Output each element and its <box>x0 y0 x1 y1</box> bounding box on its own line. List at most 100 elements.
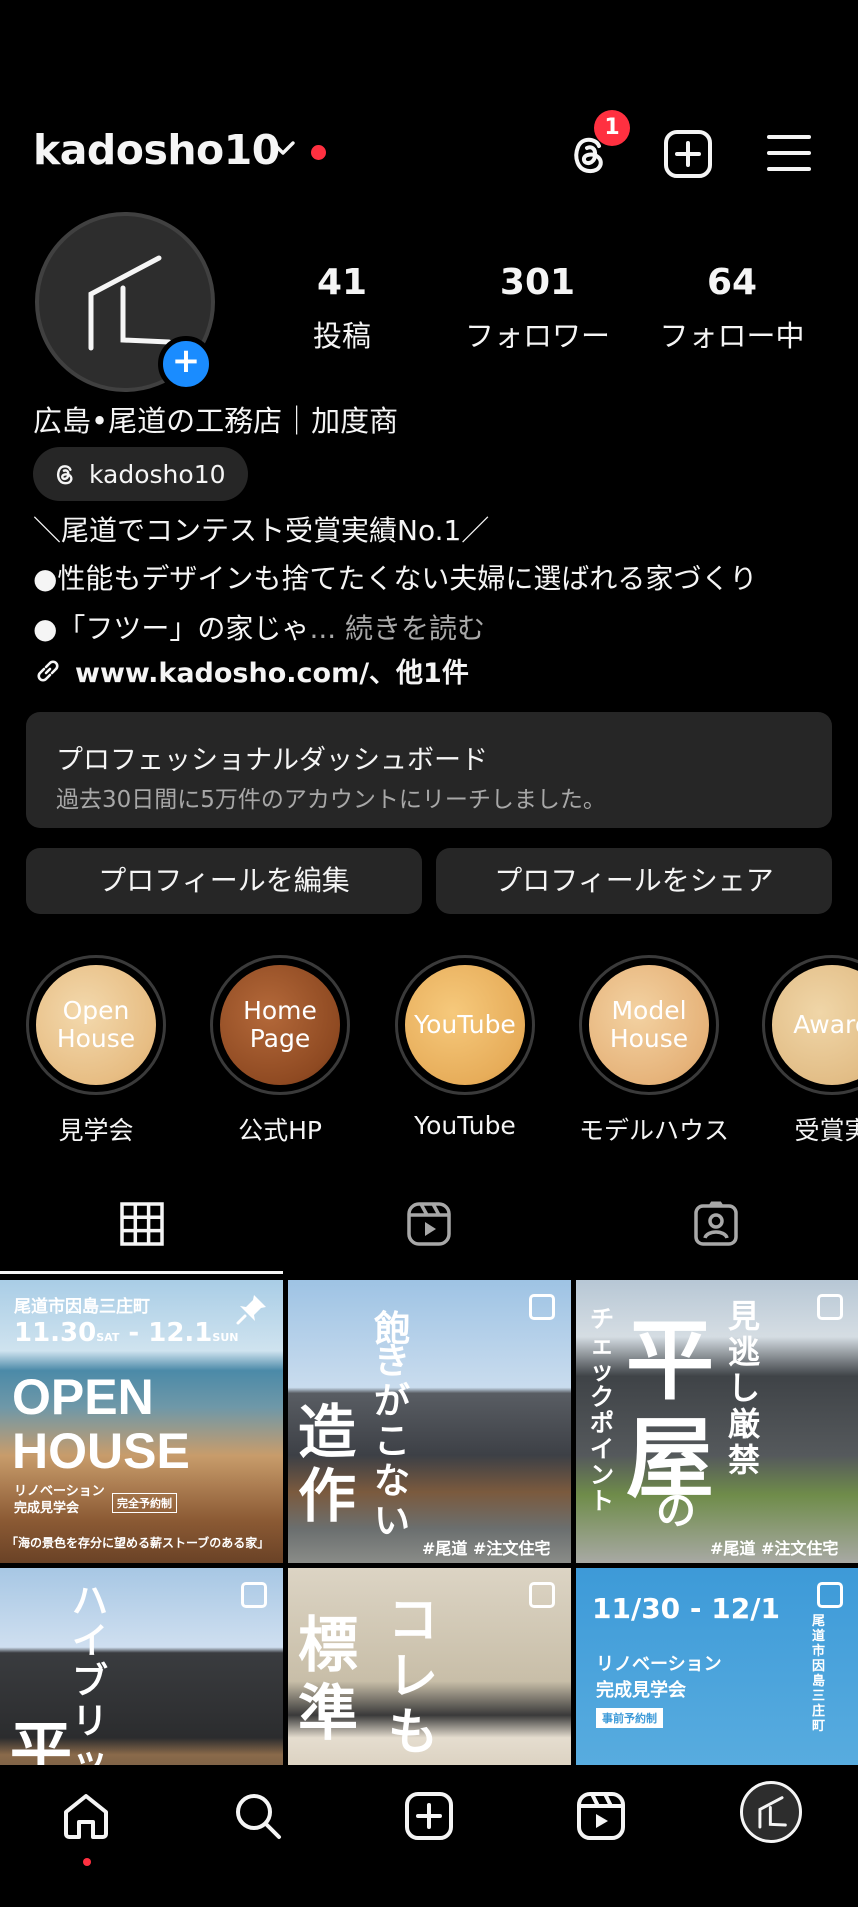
username-title[interactable]: kadosho10 <box>33 126 280 174</box>
highlight-cover-line1: Open <box>62 996 130 1025</box>
post1-sub-2: 完成見学会 <box>14 1501 80 1516</box>
highlight-caption: 見学会 <box>58 1116 134 1145</box>
threads-handle: kadosho10 <box>89 459 226 489</box>
post1-headline-1: OPEN <box>12 1369 154 1425</box>
highlight-model-house[interactable]: Model House モデルハウス <box>579 955 730 1147</box>
dashboard-title: プロフェッショナルダッシュボード <box>56 745 488 776</box>
bio-line-3-text: ●「フツー」の家じゃ <box>33 612 310 645</box>
profile-full-name: 広島•尾道の工務店｜加度商 <box>33 404 399 438</box>
highlight-caption: 受賞実 <box>794 1116 858 1145</box>
highlight-cover: Open House <box>36 965 156 1085</box>
highlight-cover-line2: Page <box>249 1024 311 1053</box>
brand-logo-icon <box>758 1796 787 1829</box>
home-icon[interactable] <box>60 1790 112 1842</box>
post3-vertical-2: チェックポイント <box>590 1305 614 1515</box>
carousel-icon <box>529 1294 555 1320</box>
highlight-ring: Home Page <box>210 955 350 1095</box>
highlight-cover-line1: YouTube <box>414 1010 516 1039</box>
post2-tags: #尾道 #注文住宅 <box>422 1539 551 1558</box>
post-tile-3[interactable]: 見逃し厳禁 平 屋 の チェックポイント #尾道 #注文住宅 <box>576 1280 858 1563</box>
stat-following[interactable]: 64 フォロー中 <box>652 262 812 355</box>
stat-posts-count: 41 <box>316 262 368 303</box>
carousel-icon <box>529 1582 555 1608</box>
post1-sub-3: 完全予約制 <box>112 1493 177 1513</box>
post1-day-start: SAT <box>96 1331 120 1344</box>
highlight-caption: YouTube <box>414 1111 516 1140</box>
external-link-text: www.kadosho.com/、他1件 <box>75 658 469 689</box>
edit-profile-button[interactable]: プロフィールを編集 <box>26 848 422 914</box>
post1-location: 尾道市因島三庄町 <box>14 1297 150 1317</box>
create-icon[interactable] <box>403 1790 455 1842</box>
pin-icon <box>236 1295 266 1325</box>
bio-line-2: ●性能もデザインも捨てたくない夫婦に選ばれる家づくり <box>33 562 758 595</box>
professional-dashboard[interactable]: プロフェッショナルダッシュボード 過去30日間に5万件のアカウントにリーチしまし… <box>26 712 832 828</box>
highlight-cover: Home Page <box>220 965 340 1085</box>
highlight-award-clip: Award 受賞実 <box>762 955 858 1175</box>
grid-tab-icon[interactable] <box>118 1200 166 1248</box>
highlight-cover-line1: Award <box>793 1010 858 1039</box>
post1-day-end: SUN <box>212 1331 239 1344</box>
highlight-cover-line2: House <box>56 1024 136 1053</box>
home-notification-dot <box>83 1858 91 1866</box>
external-link[interactable]: www.kadosho.com/、他1件 <box>33 651 469 690</box>
stat-followers-count: 301 <box>499 262 576 303</box>
bio-line-3: ●「フツー」の家じゃ... 続きを読む <box>33 607 485 647</box>
highlight-cover-line2: House <box>609 1024 689 1053</box>
post3-tags: #尾道 #注文住宅 <box>710 1539 839 1558</box>
threads-icon <box>56 465 73 485</box>
post3-particle: の <box>656 1488 696 1534</box>
stat-followers-label: フォロワー <box>464 319 610 353</box>
threads-profile-chip[interactable]: kadosho10 <box>33 447 248 501</box>
status-dot <box>311 145 326 160</box>
highlight-ring: Open House <box>26 955 166 1095</box>
highlight-cover-line1: Home <box>243 996 317 1025</box>
highlight-cover: Award <box>772 965 858 1085</box>
carousel-icon <box>241 1582 267 1608</box>
carousel-icon <box>817 1294 843 1320</box>
notification-badge: 1 <box>594 110 630 146</box>
post-tile-1[interactable]: 尾道市因島三庄町 11.30SAT - 12.1SUN OPEN HOUSE リ… <box>0 1280 283 1563</box>
link-icon <box>37 659 59 682</box>
post6-sub-1: リノベーション <box>596 1654 722 1675</box>
tagged-tab-icon[interactable] <box>692 1200 740 1248</box>
highlight-open-house[interactable]: Open House 見学会 <box>26 955 166 1147</box>
post2-headline: 造作 <box>298 1398 357 1530</box>
reels-tab-icon[interactable] <box>405 1200 453 1248</box>
post1-dates: 11.30SAT - 12.1SUN <box>14 1318 239 1348</box>
bio-more-link[interactable]: ... 続きを読む <box>309 612 485 645</box>
highlight-youtube[interactable]: YouTube YouTube <box>395 955 535 1140</box>
add-story-button[interactable]: + <box>158 336 214 392</box>
highlight-award[interactable]: Award 受賞実 <box>762 955 858 1147</box>
reels-icon[interactable] <box>575 1790 627 1842</box>
highlight-cover: YouTube <box>405 965 525 1085</box>
stat-followers[interactable]: 301 フォロワー <box>455 262 620 355</box>
post1-date-start: 11.30 <box>14 1318 97 1348</box>
post5-vertical: コレも <box>388 1591 438 1761</box>
post6-dates: 11/30 - 12/1 <box>592 1592 780 1625</box>
post6-sub-2: 完成見学会 <box>596 1680 686 1701</box>
post5-headline: 標準 <box>298 1611 358 1749</box>
stat-posts[interactable]: 41 投稿 <box>300 262 384 355</box>
highlight-caption: 公式HP <box>238 1116 322 1145</box>
post6-sub-3: 事前予約制 <box>596 1708 663 1728</box>
chevron-down-icon[interactable] <box>270 139 296 157</box>
stat-following-count: 64 <box>706 262 758 303</box>
active-tab-indicator <box>0 1271 283 1274</box>
post-tile-2[interactable]: 飽 きがこない 造作 #尾道 #注文住宅 <box>288 1280 571 1563</box>
post1-headline-2: HOUSE <box>12 1423 190 1479</box>
menu-icon[interactable] <box>766 130 812 176</box>
profile-tab-avatar[interactable] <box>740 1781 802 1843</box>
post1-date-end: 12.1 <box>148 1318 213 1348</box>
post6-side: 尾道市因島三庄町 <box>812 1614 826 1734</box>
add-post-icon[interactable] <box>662 128 714 180</box>
highlight-home-page[interactable]: Home Page 公式HP <box>210 955 350 1147</box>
search-icon[interactable] <box>232 1790 284 1842</box>
stat-following-label: フォロー中 <box>659 319 805 353</box>
bio-line-1: ＼尾道でコンテスト受賞実績No.1／ <box>33 514 490 547</box>
post1-footer: 「海の景色を存分に望める薪ストーブのある家」 <box>6 1536 270 1550</box>
highlight-ring: Award <box>762 955 858 1095</box>
highlight-caption: モデルハウス <box>579 1116 730 1145</box>
share-profile-button[interactable]: プロフィールをシェア <box>436 848 832 914</box>
carousel-icon <box>817 1582 843 1608</box>
highlight-cover-line1: Model <box>611 996 687 1025</box>
